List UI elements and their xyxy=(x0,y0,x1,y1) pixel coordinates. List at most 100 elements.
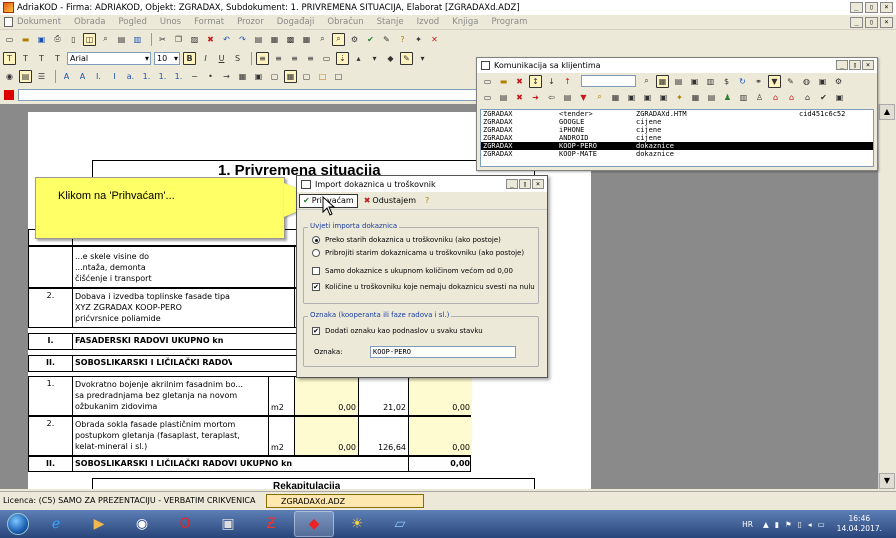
copy-icon[interactable]: ❐ xyxy=(172,33,185,46)
people-icon[interactable]: ♟ xyxy=(721,91,734,104)
book-icon[interactable]: ▣ xyxy=(833,91,846,104)
comm-close-button[interactable]: × xyxy=(862,60,874,70)
tag-input[interactable]: KOOP-PERO xyxy=(370,346,516,358)
dash-icon[interactable]: − xyxy=(188,70,201,83)
menu-prozor[interactable]: Prozor xyxy=(237,17,264,27)
delete-icon[interactable]: ✖ xyxy=(204,33,217,46)
dialog-maximize-button[interactable]: ▯ xyxy=(519,179,531,189)
receive-icon[interactable]: ⇦ xyxy=(545,91,558,104)
insert-row-icon[interactable]: ▤ xyxy=(252,33,265,46)
scroll-up-icon[interactable]: ▲ xyxy=(879,104,895,120)
menu-knjiga[interactable]: Knjiga xyxy=(452,17,478,27)
dollar-icon[interactable]: $ xyxy=(720,75,733,88)
roman-icon[interactable]: I xyxy=(108,70,121,83)
refresh-icon[interactable]: ↻ xyxy=(736,75,749,88)
scroll-down-icon[interactable]: ▼ xyxy=(879,473,895,489)
list-item-selected[interactable]: ZGRADAX KOOP-PERO dokaznice xyxy=(481,142,873,150)
align-right-icon[interactable]: ≡ xyxy=(288,52,301,65)
help-icon[interactable]: ? xyxy=(396,33,409,46)
undo-icon[interactable]: ↶ xyxy=(220,33,233,46)
more-icon[interactable]: ▾ xyxy=(416,52,429,65)
tray-arrow-icon[interactable]: ▲ xyxy=(763,520,769,529)
grid-icon[interactable]: ▩ xyxy=(284,33,297,46)
valign-bottom-icon[interactable]: ▾ xyxy=(368,52,381,65)
document-tab[interactable]: ZGRADAXd.ADZ xyxy=(266,494,424,508)
settings-icon[interactable]: ⚙ xyxy=(832,75,845,88)
send-icon[interactable]: ➜ xyxy=(529,91,542,104)
calc-icon[interactable]: ▦ xyxy=(689,91,702,104)
close-button[interactable]: × xyxy=(880,2,893,13)
font-size-select[interactable]: 10 xyxy=(154,51,180,65)
style-t2-icon[interactable]: T xyxy=(19,52,32,65)
new-icon[interactable]: ▭ xyxy=(481,75,494,88)
new-icon[interactable]: ▭ xyxy=(3,33,16,46)
list-item[interactable]: ZGRADAX KOOP-MATE dokaznice xyxy=(481,150,873,158)
print-icon[interactable]: ⎙ xyxy=(51,33,64,46)
doc-list-icon[interactable]: ▤ xyxy=(497,91,510,104)
grid-small-icon[interactable]: ▦ xyxy=(236,70,249,83)
page3-icon[interactable]: ▣ xyxy=(657,91,670,104)
sheet-icon[interactable]: ▦ xyxy=(609,91,622,104)
checkbox-icon[interactable] xyxy=(312,267,320,275)
checkbox-checked-icon[interactable]: ✔ xyxy=(312,283,320,291)
sort-icon[interactable]: ↕ xyxy=(529,74,542,88)
volume-icon[interactable]: ◂ xyxy=(808,520,812,529)
list-icon[interactable]: ☰ xyxy=(35,70,48,83)
pin-icon[interactable]: ✦ xyxy=(412,33,425,46)
cell-icon[interactable]: ▦ xyxy=(284,69,297,83)
card-icon[interactable]: ▣ xyxy=(688,75,701,88)
page-icon[interactable]: ▯ xyxy=(67,33,80,46)
grid-view-icon[interactable]: ▦ xyxy=(656,74,669,88)
open-icon[interactable]: ▬ xyxy=(19,33,32,46)
note-icon[interactable]: ▤ xyxy=(705,91,718,104)
sort-az-icon[interactable]: ↓ xyxy=(545,75,558,88)
chrome-icon[interactable]: ◉ xyxy=(122,511,162,537)
flag-icon[interactable]: ⚑ xyxy=(785,520,792,529)
numbering-111-icon[interactable]: 1. xyxy=(172,70,185,83)
add-tag-checkbox[interactable]: ✔ Dodati oznaku kao podnaslov u svaku st… xyxy=(312,327,483,335)
maximize-button[interactable]: ▯ xyxy=(865,2,878,13)
device-icon[interactable]: ▯ xyxy=(798,520,802,529)
table-row[interactable]: II. SOBOSLIKARSKI I LIČILAČKI RADOVI UKU… xyxy=(28,456,471,472)
binoculars-icon[interactable]: ⌕ xyxy=(640,75,653,88)
delete-row-icon[interactable]: ✖ xyxy=(513,91,526,104)
tools-icon[interactable]: ⚙ xyxy=(348,33,361,46)
caps-a-icon[interactable]: A xyxy=(60,70,73,83)
menu-dogadaji[interactable]: Događaji xyxy=(277,17,315,27)
list-view-icon[interactable]: ▤ xyxy=(672,75,685,88)
radio-selected-icon[interactable] xyxy=(312,236,320,244)
table-row[interactable]: 1. Dvokratno bojenje akrilnim fasadnim b… xyxy=(28,376,472,416)
align-left-icon[interactable]: ≡ xyxy=(256,51,269,65)
bold-icon[interactable]: B xyxy=(183,51,196,65)
delete-icon[interactable]: ✖ xyxy=(513,75,526,88)
globe-icon[interactable]: ◍ xyxy=(800,75,813,88)
redo-icon[interactable]: ↷ xyxy=(236,33,249,46)
comm-maximize-button[interactable]: ▯ xyxy=(849,60,861,70)
style-t4-icon[interactable]: T xyxy=(51,52,64,65)
zoom-icon[interactable]: ⌕ xyxy=(99,33,112,46)
minimize-button[interactable]: _ xyxy=(850,2,863,13)
color-yellow-icon[interactable]: □ xyxy=(316,70,329,83)
list-item[interactable]: ZGRADAX ANDROID cijene xyxy=(481,134,873,142)
open-icon[interactable]: ▬ xyxy=(497,75,510,88)
keyboard-icon[interactable]: ▭ xyxy=(818,520,825,529)
link-icon[interactable]: ⚭ xyxy=(752,75,765,88)
small-a-icon[interactable]: A xyxy=(76,70,89,83)
opera-icon[interactable]: O xyxy=(165,511,205,537)
eye-icon[interactable]: ◉ xyxy=(3,70,16,83)
style-t3-icon[interactable]: T xyxy=(35,52,48,65)
table-row[interactable]: 2. Obrada sokla fasade plastičnim mortom… xyxy=(28,416,472,456)
explorer-tool-icon[interactable]: ▣ xyxy=(208,511,248,537)
box-icon[interactable]: ▭ xyxy=(320,52,333,65)
underline-icon[interactable]: U xyxy=(215,52,228,65)
replace-radio[interactable]: Preko starih dokaznica u troškovniku (ak… xyxy=(312,236,501,244)
preview-icon[interactable]: ◫ xyxy=(83,32,96,46)
menu-izvod[interactable]: Izvod xyxy=(417,17,440,27)
page2-icon[interactable]: ▣ xyxy=(641,91,654,104)
vertical-scrollbar[interactable]: ▲ ▼ xyxy=(878,104,896,489)
adriakod-app-icon[interactable]: ◆ xyxy=(294,511,334,537)
border-icon[interactable]: ▢ xyxy=(268,70,281,83)
check-icon[interactable]: ✔ xyxy=(817,91,830,104)
italic-icon[interactable]: I xyxy=(199,52,212,65)
clock[interactable]: 16:46 14.04.2017. xyxy=(837,514,882,534)
